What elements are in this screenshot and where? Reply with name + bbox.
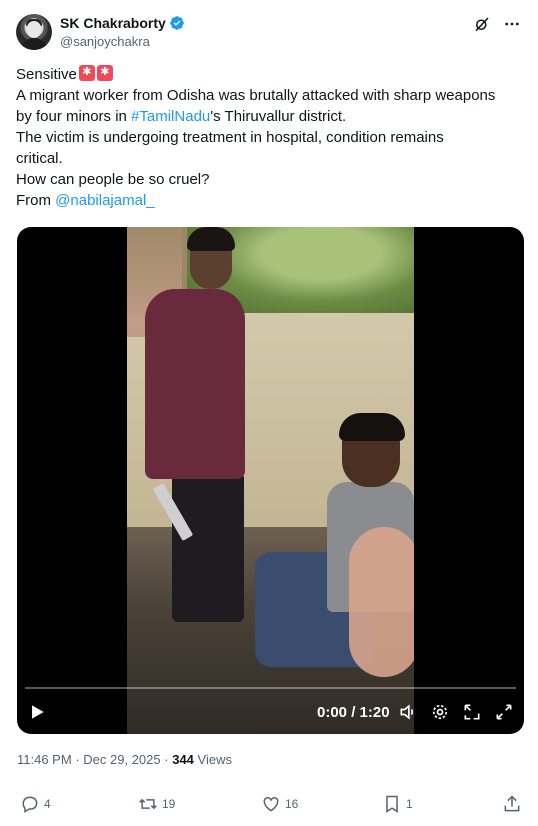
bookmark-icon [386, 795, 398, 813]
display-name[interactable]: SK Chakraborty [60, 15, 166, 31]
pip-icon[interactable] [462, 702, 482, 722]
progress-bar[interactable] [25, 687, 516, 689]
like-button[interactable]: 16 [261, 794, 298, 814]
settings-icon[interactable] [430, 702, 450, 722]
video-victim-hair [339, 413, 405, 441]
tweet-text: Sensitive A migrant worker from Odisha w… [16, 64, 524, 211]
video-time: 0:00 / 1:20 [317, 704, 390, 721]
action-bar: 4 19 16 1 [0, 790, 538, 820]
repost-icon [139, 798, 157, 810]
views-count: 344 [172, 752, 194, 767]
tweet-text-fragment: by four minors in [16, 108, 132, 125]
mention-link[interactable]: @nabilajamal_ [55, 192, 154, 209]
video-foreground-hand [349, 527, 414, 677]
tweet-line-6: How can people be so cruel? [16, 171, 210, 188]
reply-count: 4 [44, 797, 51, 811]
reply-button[interactable]: 4 [20, 794, 51, 814]
tweet-line-4: The victim is undergoing treatment in ho… [16, 129, 444, 146]
tweet-text-fragment: From [16, 192, 56, 209]
views-label: Views [197, 752, 232, 767]
tweet-line-3: by four minors in #TamilNadu's Thiruvall… [16, 106, 524, 127]
avatar-shoulders [20, 38, 48, 50]
police-light-emoji [96, 64, 113, 81]
header-actions [472, 14, 522, 34]
tweet-time[interactable]: 11:46 PM [17, 752, 72, 767]
avatar-face [27, 21, 41, 38]
video-player[interactable]: 0:00 / 1:20 [17, 227, 524, 734]
heart-icon [263, 796, 279, 812]
grok-icon[interactable] [472, 14, 492, 34]
more-icon[interactable] [502, 14, 522, 34]
fullscreen-icon[interactable] [494, 702, 514, 722]
verified-badge-icon [169, 16, 184, 30]
share-icon [504, 795, 520, 812]
like-count: 16 [285, 797, 299, 811]
tweet-date[interactable]: Dec 29, 2025 [83, 752, 160, 767]
tweet-line-5: critical. [16, 150, 63, 167]
tweet-line-1: Sensitive [16, 64, 524, 85]
bookmark-button[interactable]: 1 [382, 794, 413, 814]
tweet-text-fragment: 's Thiruvallur district. [210, 108, 347, 125]
repost-count: 19 [162, 797, 176, 811]
author-handle[interactable]: @sanjoychakra [60, 34, 150, 49]
meta-separator: · [75, 752, 80, 767]
video-person-shirt [145, 289, 245, 479]
share-button[interactable] [502, 794, 522, 814]
volume-icon[interactable] [398, 702, 418, 722]
play-icon[interactable] [27, 702, 47, 722]
police-light-emoji [78, 64, 95, 81]
tweet-header: SK Chakraborty @sanjoychakra [16, 14, 522, 54]
video-controls: 0:00 / 1:20 [17, 682, 524, 734]
tweet-line-2: A migrant worker from Odisha was brutall… [16, 87, 496, 104]
video-person-legs [172, 472, 244, 622]
avatar[interactable] [16, 14, 52, 50]
reply-icon [22, 796, 38, 813]
bookmark-count: 1 [406, 797, 413, 811]
video-frame[interactable] [127, 227, 414, 734]
hashtag-link[interactable]: #TamilNadu [131, 108, 210, 125]
name-row: SK Chakraborty [60, 15, 185, 31]
sensitive-label: Sensitive [16, 66, 77, 83]
tweet-meta: 11:46 PM · Dec 29, 2025 · 344 Views [17, 752, 232, 767]
meta-separator: · [164, 752, 169, 767]
repost-button[interactable]: 19 [138, 794, 175, 814]
video-person-hair [187, 227, 235, 251]
tweet-line-7: From @nabilajamal_ [16, 190, 524, 211]
